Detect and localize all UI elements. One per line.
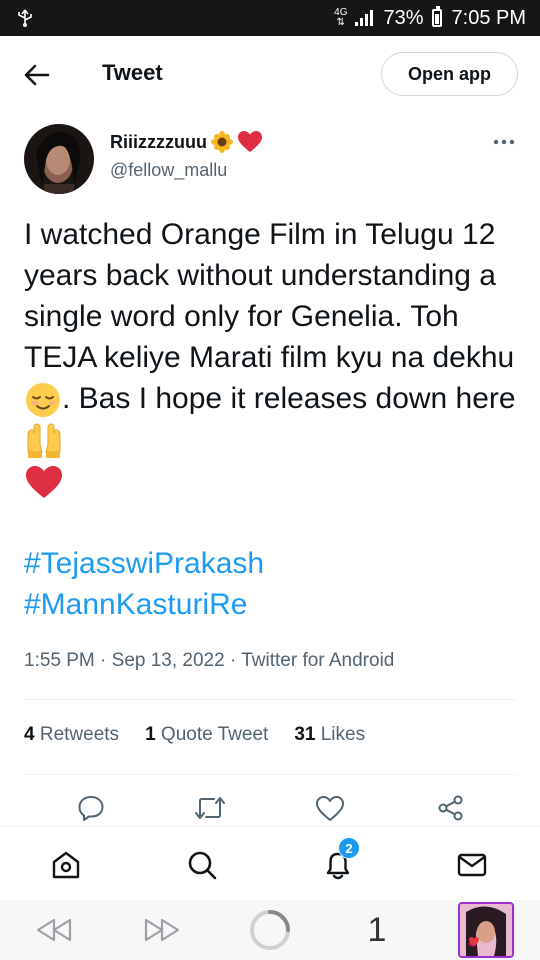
retweet-button[interactable] <box>190 790 230 826</box>
divider <box>24 774 516 775</box>
retweet-icon <box>195 797 225 819</box>
tab-count-button[interactable]: 1 <box>360 910 394 950</box>
heart-outline-icon <box>316 795 344 821</box>
like-button[interactable] <box>310 790 350 826</box>
raised-hands-icon <box>27 423 61 459</box>
red-heart-icon <box>26 466 62 499</box>
author-handle[interactable]: @fellow_mallu <box>110 160 227 181</box>
nav-home[interactable] <box>46 845 86 885</box>
engagement-stats: 4 Retweets 1 Quote Tweet 31 Likes <box>24 724 365 746</box>
open-app-button[interactable]: Open app <box>381 52 518 96</box>
relieved-face-icon <box>26 383 60 418</box>
likes-stat[interactable]: 31 Likes <box>294 724 365 746</box>
red-heart-icon <box>238 131 262 152</box>
back-button[interactable] <box>18 56 56 94</box>
browser-toolbar: 1 <box>0 900 540 960</box>
profile-thumbnail[interactable] <box>458 902 514 958</box>
retweets-stat[interactable]: 4 Retweets <box>24 724 119 746</box>
nav-messages[interactable] <box>452 845 492 885</box>
mail-icon <box>457 853 487 877</box>
network-type: 4G ⇅ <box>334 8 347 28</box>
retweets-count: 4 <box>24 724 35 745</box>
page-title: Tweet <box>102 60 163 85</box>
sunflower-icon <box>211 131 233 153</box>
quotes-stat[interactable]: 1 Quote Tweet <box>145 724 268 746</box>
retweets-label: Retweets <box>39 724 120 745</box>
author-avatar[interactable] <box>24 124 94 194</box>
hashtag-block: #TejasswiPrakash #MannKasturiRe <box>24 543 264 625</box>
likes-label: Likes <box>320 724 366 745</box>
author-name[interactable]: Riiizzzzuuu <box>110 132 207 153</box>
usb-icon <box>18 9 32 27</box>
nav-explore[interactable] <box>182 845 222 885</box>
more-horizontal-icon <box>493 139 515 145</box>
data-arrows-icon: ⇅ <box>336 17 345 28</box>
avatar-image <box>24 124 94 194</box>
status-bar: 4G ⇅ 73% 7:05 PM <box>0 0 540 36</box>
tweet-timestamp[interactable]: 1:55 PM · Sep 13, 2022 · Twitter for And… <box>24 650 394 672</box>
hashtag-link[interactable]: #MannKasturiRe <box>24 584 264 625</box>
battery-percent: 73% <box>383 6 424 29</box>
more-options-button[interactable] <box>490 132 518 152</box>
reply-icon <box>78 796 104 821</box>
browser-forward-button[interactable] <box>140 910 184 950</box>
share-button[interactable] <box>431 790 471 826</box>
clock: 7:05 PM <box>451 6 526 29</box>
quotes-count: 1 <box>145 724 156 745</box>
divider <box>24 699 516 700</box>
likes-count: 31 <box>294 724 316 745</box>
tweet-text: I watched Orange Film in Telugu 12 years… <box>24 214 524 501</box>
search-icon <box>188 851 217 880</box>
tweet-text-part-2: . Bas I hope it releases down here <box>62 382 516 415</box>
home-icon <box>52 851 80 879</box>
bottom-navigation: 2 <box>0 826 540 900</box>
author-name-row[interactable]: Riiizzzzuuu <box>110 130 263 154</box>
share-icon <box>438 795 463 821</box>
fast-forward-icon <box>144 918 180 942</box>
browser-back-button[interactable] <box>32 910 76 950</box>
browser-reload-button[interactable] <box>248 910 292 950</box>
notification-badge: 2 <box>338 837 360 859</box>
rewind-icon <box>36 918 72 942</box>
signal-icon <box>355 10 374 26</box>
arrow-left-icon <box>24 64 50 86</box>
tweet-text-part-1: I watched Orange Film in Telugu 12 years… <box>24 218 515 374</box>
hashtag-link[interactable]: #TejasswiPrakash <box>24 543 264 584</box>
quotes-label: Quote Tweet <box>160 724 269 745</box>
loading-spinner-icon <box>250 910 290 950</box>
profile-image <box>460 904 512 956</box>
battery-icon <box>431 6 442 27</box>
top-bar: Tweet Open app <box>0 36 540 112</box>
tweet-actions <box>0 790 540 830</box>
reply-button[interactable] <box>71 790 111 826</box>
